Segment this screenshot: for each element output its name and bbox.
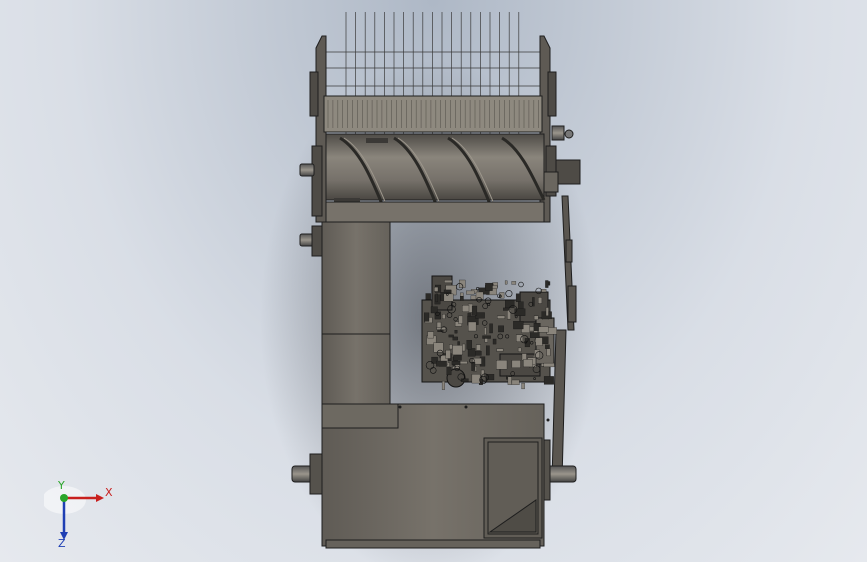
x-axis-label: X: [105, 486, 113, 499]
hopper-plate: [325, 201, 545, 223]
main-housing: [321, 403, 550, 549]
left-shaft-upper: [299, 163, 315, 177]
z-axis-label: Z: [58, 537, 66, 548]
auger-bracket: [366, 138, 388, 143]
graphics-viewport[interactable]: X Y Z: [0, 0, 867, 562]
y-axis-indicator: [60, 494, 68, 502]
x-axis-arrowhead: [96, 494, 104, 502]
coordinate-triad[interactable]: X Y Z: [44, 478, 124, 548]
screw-auger: [325, 133, 546, 205]
engine-block: [421, 275, 557, 390]
y-axis-label: Y: [57, 479, 65, 492]
machine-assembly-model[interactable]: [0, 0, 867, 562]
vertical-chute: [321, 221, 391, 429]
